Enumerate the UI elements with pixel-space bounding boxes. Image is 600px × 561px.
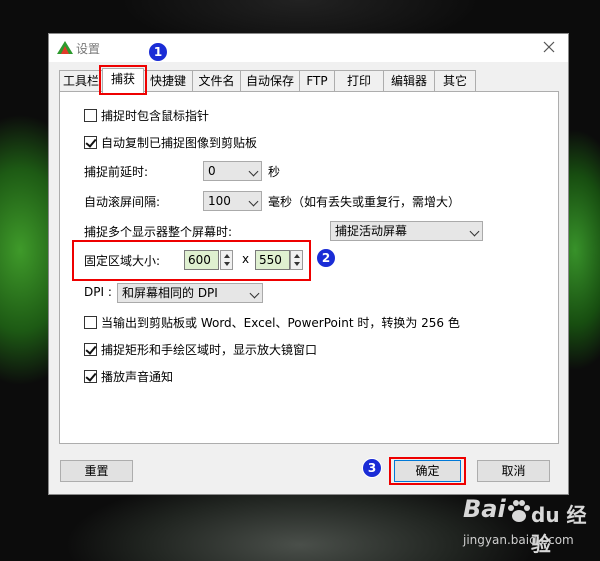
- baidu-watermark: Bai du du 经验 jingyan.baidu.com: [463, 495, 593, 556]
- scroll-interval-label: 自动滚屏间隔:: [84, 195, 161, 209]
- watermark-cn: du 经验: [531, 503, 587, 556]
- dpi-label: DPI :: [84, 285, 112, 299]
- magnifier-option[interactable]: 捕捉矩形和手绘区域时，显示放大镜窗口: [84, 341, 317, 358]
- chevron-down-icon: [248, 166, 259, 177]
- ok-button-highlight: [389, 457, 466, 485]
- delay-unit: 秒: [268, 165, 281, 179]
- app-icon: [57, 41, 73, 54]
- include-cursor-checkbox[interactable]: [84, 109, 97, 122]
- window-title: 设置: [76, 42, 101, 56]
- sound-checkbox[interactable]: [84, 370, 97, 383]
- title-bar: 设置: [49, 34, 568, 62]
- tab-other[interactable]: 其它: [434, 70, 476, 91]
- watermark-brand: Bai: [463, 495, 506, 523]
- multi-monitor-select[interactable]: 捕捉活动屏幕: [330, 221, 483, 241]
- step-badge-1: 1: [148, 42, 168, 62]
- step-badge-3: 3: [362, 458, 382, 478]
- check-icon: [85, 370, 97, 382]
- reset-button[interactable]: 重置: [60, 460, 133, 482]
- fixed-region-highlight: [72, 240, 311, 281]
- chevron-down-icon: [469, 226, 480, 237]
- sound-option[interactable]: 播放声音通知: [84, 368, 173, 385]
- auto-copy-label: 自动复制已捕捉图像到剪贴板: [101, 136, 258, 150]
- tab-toolbar[interactable]: 工具栏: [59, 70, 103, 91]
- sound-label: 播放声音通知: [101, 370, 174, 384]
- tab-hotkeys[interactable]: 快捷键: [143, 70, 193, 91]
- tab-ftp[interactable]: FTP: [299, 70, 335, 91]
- check-icon: [85, 136, 97, 148]
- multi-monitor-label: 捕捉多个显示器整个屏幕时:: [84, 225, 233, 239]
- scroll-interval-select[interactable]: 100: [203, 191, 262, 211]
- check-icon: [85, 343, 97, 355]
- chevron-down-icon: [248, 196, 259, 207]
- scroll-interval-unit: 毫秒（如有丢失或重复行，需增大）: [268, 195, 461, 209]
- tab-filename[interactable]: 文件名: [192, 70, 241, 91]
- magnifier-checkbox[interactable]: [84, 343, 97, 356]
- tab-autosave[interactable]: 自动保存: [240, 70, 300, 91]
- delay-select[interactable]: 0: [203, 161, 262, 181]
- multi-monitor-value: 捕捉活动屏幕: [335, 224, 408, 238]
- tab-capture[interactable]: 捕获: [99, 65, 147, 95]
- tab-editor[interactable]: 编辑器: [383, 70, 435, 91]
- chevron-down-icon: [249, 288, 260, 299]
- include-cursor-label: 捕捉时包含鼠标指针: [101, 109, 210, 123]
- magnifier-label: 捕捉矩形和手绘区域时，显示放大镜窗口: [101, 343, 318, 357]
- dpi-select[interactable]: 和屏幕相同的 DPI: [117, 283, 263, 303]
- convert-256-checkbox[interactable]: [84, 316, 97, 329]
- auto-copy-checkbox[interactable]: [84, 136, 97, 149]
- cancel-button[interactable]: 取消: [477, 460, 550, 482]
- step-badge-2: 2: [316, 248, 336, 268]
- delay-value: 0: [208, 164, 216, 178]
- paw-logo-icon: [508, 500, 530, 522]
- convert-256-option[interactable]: 当输出到剪贴板或 Word、Excel、PowerPoint 时，转换为 256…: [84, 314, 460, 331]
- include-cursor-option[interactable]: 捕捉时包含鼠标指针: [84, 107, 209, 124]
- delay-label: 捕捉前延时:: [84, 165, 149, 179]
- capture-tab-highlight: [99, 65, 147, 95]
- convert-256-label: 当输出到剪贴板或 Word、Excel、PowerPoint 时，转换为 256…: [101, 316, 460, 330]
- close-icon[interactable]: [542, 40, 556, 54]
- watermark-url: jingyan.baidu.com: [463, 533, 574, 547]
- scroll-interval-value: 100: [208, 194, 231, 208]
- tab-print[interactable]: 打印: [334, 70, 384, 91]
- auto-copy-option[interactable]: 自动复制已捕捉图像到剪贴板: [84, 134, 257, 151]
- dpi-value: 和屏幕相同的 DPI: [122, 286, 218, 300]
